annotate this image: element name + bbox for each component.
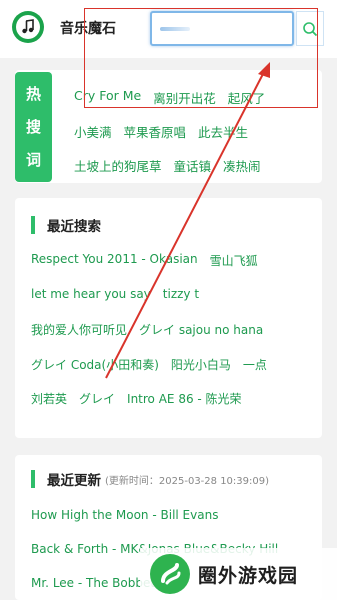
music-note-icon <box>22 19 34 34</box>
watermark: 圈外游戏园 <box>140 548 337 600</box>
recent-search-item[interactable]: let me hear you say <box>31 287 151 307</box>
recent-search-item[interactable]: 刘若英 <box>31 390 67 410</box>
recent-search-header: 最近搜索 <box>31 215 101 235</box>
recent-search-item[interactable]: 阳光小白马 <box>171 356 231 376</box>
recent-search-item[interactable]: tizzy t <box>163 287 199 307</box>
latest-update-title: 最近更新 <box>47 473 101 489</box>
hot-word[interactable]: 苹果香原唱 <box>124 122 187 142</box>
section-marker <box>31 470 35 488</box>
annotation-highlight-box <box>84 8 318 108</box>
hot-words-row: 小美满 苹果香原唱 此去半生 <box>74 122 248 142</box>
hot-tag-char: 词 <box>25 150 41 169</box>
recent-search-row: グレイ Coda(小田和奏) 阳光小白马 一点 <box>31 356 267 376</box>
recent-search-row: let me hear you say tizzy t <box>31 287 199 307</box>
latest-update-time: (更新时间：2025-03-28 10:39:09) <box>105 475 270 487</box>
latest-update-item[interactable]: How High the Moon - Bill Evans <box>31 508 218 522</box>
hot-word[interactable]: 此去半生 <box>198 122 248 142</box>
hot-word[interactable]: 小美满 <box>74 122 112 142</box>
section-marker <box>31 216 35 234</box>
hot-words-tag: 热 搜 词 <box>15 72 52 182</box>
recent-search-item[interactable]: Intro AE 86 - 陈光荣 <box>127 390 242 410</box>
hot-words-row: 土坡上的狗尾草 童话镇 凑热闹 <box>74 156 261 176</box>
recent-search-item[interactable]: Respect You 2011 - Okasian <box>31 252 198 272</box>
recent-search-item[interactable]: グレイ <box>79 390 115 410</box>
recent-search-item[interactable]: 雪山飞狐 <box>210 252 258 272</box>
hot-tag-char: 热 <box>25 85 41 104</box>
watermark-logo-icon <box>150 554 190 594</box>
recent-search-item[interactable]: グレイ sajou no hana <box>139 321 263 341</box>
hot-word[interactable]: 土坡上的狗尾草 <box>74 156 162 176</box>
recent-search-row: 刘若英 グレイ Intro AE 86 - 陈光荣 <box>31 390 242 410</box>
recent-search-item[interactable]: 我的爱人你可听见 <box>31 321 127 341</box>
app-logo <box>12 11 44 43</box>
hot-tag-char: 搜 <box>25 117 41 136</box>
latest-update-header: 最近更新 (更新时间：2025-03-28 10:39:09) <box>31 469 269 489</box>
recent-search-title: 最近搜索 <box>47 219 101 235</box>
recent-search-row: Respect You 2011 - Okasian 雪山飞狐 <box>31 252 258 272</box>
hot-word[interactable]: 凑热闹 <box>223 156 261 176</box>
recent-search-row: 我的爱人你可听见 グレイ sajou no hana <box>31 321 263 341</box>
hot-word[interactable]: 童话镇 <box>174 156 212 176</box>
recent-search-item[interactable]: グレイ Coda(小田和奏) <box>31 356 159 376</box>
recent-search-item[interactable]: 一点 <box>243 356 267 376</box>
watermark-text: 圈外游戏园 <box>198 564 299 587</box>
